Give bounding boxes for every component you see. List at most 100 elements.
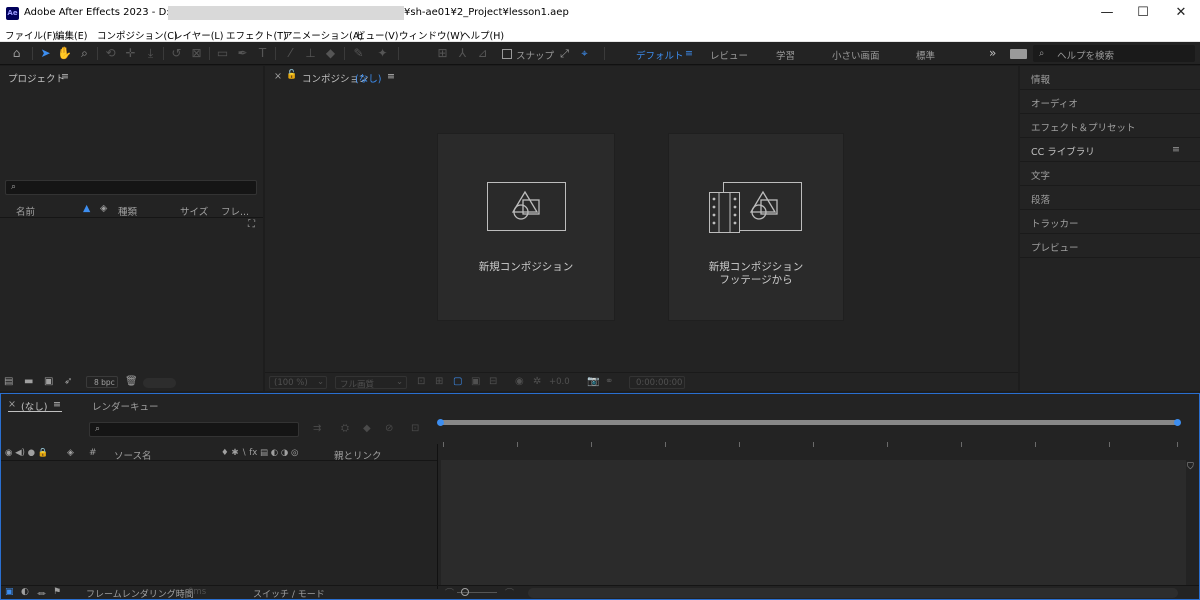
roto-brush-icon[interactable]: ✎ <box>350 45 367 62</box>
exposure-reset-icon[interactable]: ✲ <box>533 376 541 387</box>
menu-view[interactable]: ビュー(V) <box>356 28 398 42</box>
transfer-controls-icon[interactable]: ◐ <box>21 587 29 597</box>
exposure-value[interactable]: +0.0 <box>549 377 570 387</box>
work-area-start-handle[interactable] <box>437 419 444 426</box>
help-search-input[interactable]: ⌕ ヘルプを検索 <box>1033 45 1195 62</box>
composition-tab-none[interactable]: (なし) <box>355 71 381 85</box>
transparency-grid-icon[interactable]: ⊞ <box>435 376 443 387</box>
switch-icons[interactable]: ♦ ✱ ∖ fx ▤ ◐ ◑ ◎ <box>221 448 298 458</box>
project-panel-menu-icon[interactable]: ≡ <box>61 71 69 82</box>
menu-effect[interactable]: エフェクト(T) <box>226 28 287 42</box>
workspace-overflow-icon[interactable]: » <box>989 46 996 60</box>
snap-options-icon[interactable]: ⤢ <box>556 45 573 62</box>
workspace-default[interactable]: デフォルト <box>636 48 684 62</box>
zoom-in-icon[interactable]: ⌒ <box>505 586 514 599</box>
mask-visibility-icon[interactable]: ▢ <box>453 376 462 387</box>
frame-blending-icon[interactable]: ⊘ <box>385 423 393 434</box>
parent-link-header[interactable]: 親とリンク <box>334 448 382 462</box>
menu-animation[interactable]: アニメーション(A) <box>283 28 363 42</box>
minimize-button[interactable]: — <box>1092 4 1122 22</box>
brush-tool-icon[interactable]: ⁄ <box>282 45 299 62</box>
panel-character[interactable]: 文字 <box>1020 162 1200 186</box>
new-composition-from-footage-card[interactable]: 新規コンポジション フッテージから <box>668 133 844 321</box>
graph-editor-icon[interactable]: ⊡ <box>411 423 419 434</box>
composition-lock-icon[interactable]: 🔓 <box>286 70 297 80</box>
timeline-horizontal-scrollbar[interactable] <box>528 588 1178 598</box>
menu-file[interactable]: ファイル(F) <box>5 28 56 42</box>
menu-window[interactable]: ウィンドウ(W) <box>399 28 463 42</box>
snap-target-icon[interactable]: ⌖ <box>576 45 593 62</box>
magnification-dropdown[interactable]: (100 %) ⌄ <box>269 376 327 389</box>
in-out-duration-icon[interactable]: ⏛ <box>37 587 46 600</box>
panel-info[interactable]: 情報 <box>1020 66 1200 90</box>
menu-layer[interactable]: レイヤー(L) <box>173 28 223 42</box>
local-axis-icon[interactable]: ⊞ <box>434 45 451 62</box>
bit-depth-button[interactable]: 8 bpc <box>86 376 118 388</box>
timeline-close-icon[interactable]: × <box>8 399 16 410</box>
column-name[interactable]: 名前 <box>16 204 35 218</box>
dolly-camera-icon[interactable]: ⤓ <box>142 45 159 62</box>
clone-stamp-icon[interactable]: ⊥ <box>302 45 319 62</box>
new-composition-card[interactable]: 新規コンポジション <box>437 133 615 321</box>
label-tag-icon[interactable]: ◈ <box>100 203 107 214</box>
interpret-footage-icon[interactable]: ▤ <box>4 376 13 387</box>
flowchart-icon[interactable]: ⛶ <box>248 219 255 230</box>
snap-checkbox[interactable] <box>502 49 512 59</box>
cc-libraries-menu-icon[interactable]: ≡ <box>1172 144 1180 155</box>
new-folder-icon[interactable]: ▬ <box>24 376 33 387</box>
pan-camera-icon[interactable]: ✛ <box>122 45 139 62</box>
composition-mini-flowchart-icon[interactable]: ⇉ <box>313 423 321 434</box>
new-composition-icon[interactable]: ▣ <box>44 376 53 387</box>
panel-audio[interactable]: オーディオ <box>1020 90 1200 114</box>
comp-button-icon[interactable]: ⛉ <box>1187 462 1194 472</box>
show-snapshot-icon[interactable]: ⚭ <box>605 376 613 387</box>
hand-tool-icon[interactable]: ✋ <box>56 45 73 62</box>
draft-3d-icon[interactable]: ⛭ <box>341 423 349 434</box>
work-area-end-handle[interactable] <box>1174 419 1181 426</box>
snapshot-icon[interactable]: 📷 <box>587 376 599 387</box>
adobe-media-encoder-icon[interactable]: ➶ <box>64 376 72 387</box>
layer-number-header[interactable]: # <box>89 448 97 458</box>
timeline-panel-menu-icon[interactable]: ≡ <box>53 399 61 410</box>
rotate-tool-icon[interactable]: ↺ <box>168 45 185 62</box>
column-type[interactable]: 種類 <box>118 204 137 218</box>
orbit-camera-icon[interactable]: ⟲ <box>102 45 119 62</box>
label-tag-icon[interactable]: ◈ <box>67 448 74 458</box>
menu-edit[interactable]: 編集(E) <box>55 28 87 42</box>
thumbnail-slider[interactable] <box>143 378 176 388</box>
fast-previews-icon[interactable]: ⊡ <box>417 376 425 387</box>
av-features-icons[interactable]: ◉ ◀) ● 🔒 <box>5 448 48 458</box>
home-icon[interactable]: ⌂ <box>8 45 25 62</box>
composition-close-icon[interactable]: × <box>274 71 282 82</box>
timeline-zoom-handle[interactable] <box>461 588 469 596</box>
column-frame-rate[interactable]: フレ... <box>221 204 249 218</box>
type-tool-icon[interactable]: T <box>254 45 271 62</box>
eraser-tool-icon[interactable]: ◆ <box>322 45 339 62</box>
project-search-input[interactable]: ⌕ <box>5 180 257 195</box>
region-of-interest-icon[interactable]: ▣ <box>471 376 480 387</box>
resolution-dropdown[interactable]: フル画質 ⌄ <box>335 376 407 390</box>
menu-help[interactable]: ヘルプ(H) <box>461 28 504 42</box>
pen-tool-icon[interactable]: ✒ <box>234 45 251 62</box>
zoom-tool-icon[interactable]: ⌕ <box>76 45 93 62</box>
zoom-out-icon[interactable]: ⌒ <box>445 586 454 599</box>
sort-ascending-icon[interactable]: ▲ <box>83 203 90 214</box>
work-area-bar[interactable] <box>441 420 1179 425</box>
puppet-pin-icon[interactable]: ✦ <box>374 45 391 62</box>
rectangle-tool-icon[interactable]: ▭ <box>214 45 231 62</box>
timeline-search-input[interactable]: ⌕ <box>89 422 299 437</box>
render-time-icon[interactable]: ⚑ <box>53 587 61 597</box>
composition-panel-menu-icon[interactable]: ≡ <box>387 71 395 82</box>
timecode-display[interactable]: 0:00:00:00 <box>629 376 685 389</box>
panel-preview[interactable]: プレビュー <box>1020 234 1200 258</box>
panel-cc-libraries[interactable]: CC ライブラリ ≡ <box>1020 138 1200 162</box>
panel-paragraph[interactable]: 段落 <box>1020 186 1200 210</box>
pan-behind-tool-icon[interactable]: ⊠ <box>188 45 205 62</box>
shy-layers-icon[interactable]: ◆ <box>363 423 371 434</box>
workspace-learn[interactable]: 学習 <box>776 48 795 62</box>
layer-switches-icon[interactable]: ▣ <box>5 587 14 597</box>
workspace-review[interactable]: レビュー <box>710 48 748 62</box>
toggle-switches-modes[interactable]: スイッチ / モード <box>253 587 325 600</box>
column-size[interactable]: サイズ <box>180 204 208 218</box>
render-queue-tab[interactable]: レンダーキュー <box>92 399 159 413</box>
